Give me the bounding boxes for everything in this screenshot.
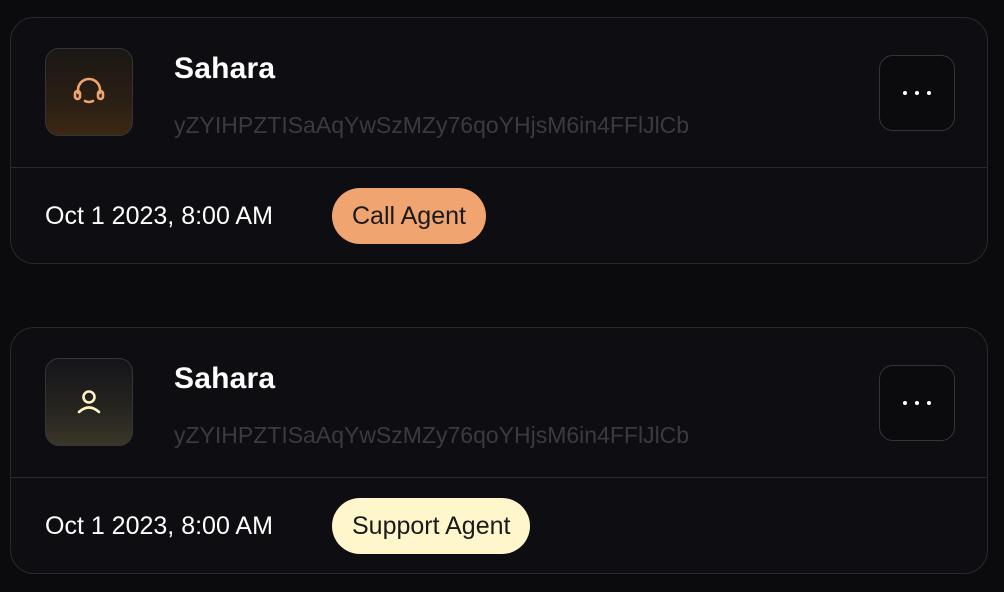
agent-date: Oct 1 2023, 8:00 AM [45, 202, 273, 230]
more-options-button[interactable] [879, 55, 955, 131]
agent-card-header: Sahara yZYIHPZTISaAqYwSzMZy76qoYHjsM6in4… [11, 18, 987, 168]
agent-key: yZYIHPZTISaAqYwSzMZy76qoYHjsM6in4FFlJlCb [174, 112, 690, 138]
agent-avatar [45, 48, 133, 136]
agent-date: Oct 1 2023, 8:00 AM [45, 512, 273, 540]
agent-name: Sahara [174, 52, 276, 85]
more-dots-icon [903, 401, 907, 405]
agent-card-header: Sahara yZYIHPZTISaAqYwSzMZy76qoYHjsM6in4… [11, 328, 987, 478]
agent-key: yZYIHPZTISaAqYwSzMZy76qoYHjsM6in4FFlJlCb [174, 422, 690, 448]
agent-avatar [45, 358, 133, 446]
agent-card-footer: Oct 1 2023, 8:00 AM Support Agent [11, 478, 987, 573]
more-dots-icon [903, 91, 907, 95]
agent-card: Sahara yZYIHPZTISaAqYwSzMZy76qoYHjsM6in4… [10, 327, 988, 574]
agent-card: Sahara yZYIHPZTISaAqYwSzMZy76qoYHjsM6in4… [10, 17, 988, 264]
user-icon [77, 390, 101, 414]
more-dots-icon-dot [927, 401, 931, 405]
agent-type-badge: Support Agent [332, 498, 531, 554]
more-dots-icon-dot [915, 91, 919, 95]
more-dots-icon-dot [915, 401, 919, 405]
agent-name: Sahara [174, 362, 276, 395]
more-dots-icon-dot [927, 91, 931, 95]
headset-icon [73, 77, 105, 104]
more-options-button[interactable] [879, 365, 955, 441]
agent-card-footer: Oct 1 2023, 8:00 AM Call Agent [11, 168, 987, 263]
agent-type-badge: Call Agent [332, 188, 486, 244]
